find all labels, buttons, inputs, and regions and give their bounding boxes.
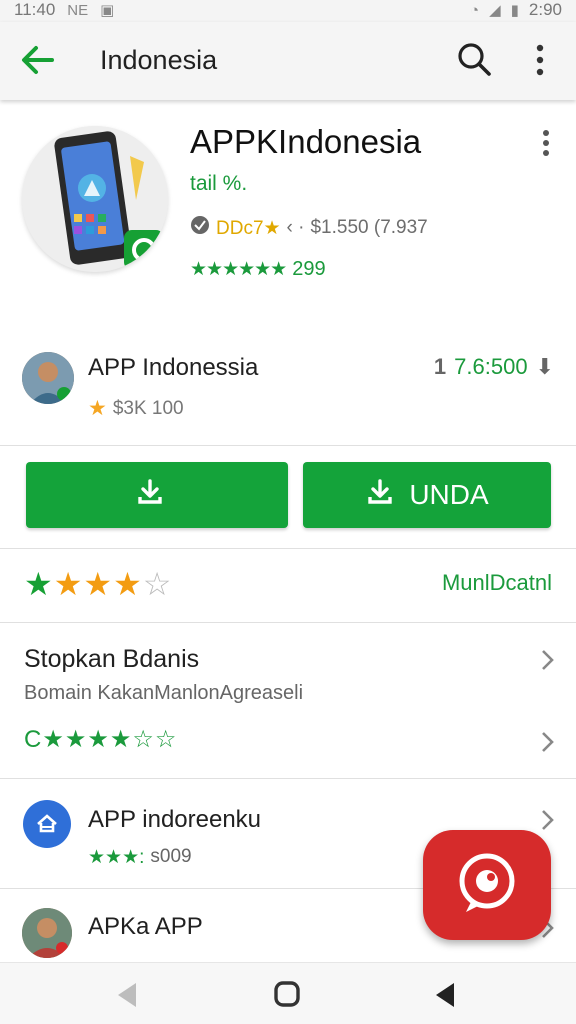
star-icon: ★ — [88, 397, 107, 420]
notification-icon: NE — [67, 1, 89, 19]
image-notification-icon: ▣ — [100, 2, 115, 19]
section-title[interactable]: Stopkan Bdanis — [24, 645, 199, 674]
list-item-stars: ★★★: — [88, 847, 145, 868]
badge-icon — [190, 215, 210, 241]
install-button[interactable]: UNDA — [303, 462, 551, 528]
chevron-right-icon[interactable] — [538, 645, 558, 675]
battery-icon: ▮ — [510, 2, 519, 19]
status-bar: 11:40 NE ▣ ◔ ◢ ▮ 2:90 — [0, 0, 576, 22]
list-item-sub-text: s009 — [150, 846, 192, 867]
list-item-title[interactable]: APKa APP — [88, 913, 203, 941]
download-count-value: 7.6:500 — [454, 354, 528, 379]
divider — [0, 548, 576, 549]
meta-separator: ‹ · — [286, 217, 305, 238]
install-icon — [365, 477, 395, 514]
app-subtitle: tail %. — [190, 172, 248, 195]
meta-label: DDc7★ — [216, 217, 281, 239]
app-bar: Indonesia — [0, 22, 576, 100]
developer-sub: ★ $3K 100 — [88, 396, 184, 421]
star-icons: ★★★★☆☆ — [42, 726, 178, 753]
overflow-menu-icon[interactable] — [522, 40, 558, 80]
list-item-title[interactable]: APP indoreenku — [88, 806, 261, 834]
list-item-sub: ★★★: s009 — [88, 846, 192, 869]
header-rating: ★★★★★★ 299 — [190, 258, 326, 281]
chat-fab-button[interactable] — [423, 830, 551, 940]
list-item-avatar[interactable] — [22, 908, 72, 958]
search-icon[interactable] — [455, 40, 495, 80]
signal-icon: ◢ — [489, 2, 501, 19]
nav-back-icon[interactable] — [112, 981, 142, 1009]
star-icon[interactable]: ★ — [113, 566, 143, 602]
star-icon[interactable]: ★ — [54, 566, 84, 602]
developer-name[interactable]: APP Indonessia — [88, 354, 258, 382]
page-title: Indonesia — [100, 45, 218, 75]
refresh-icon: C — [24, 726, 43, 753]
download-arrow-icon: ⬇ — [535, 354, 554, 379]
rating-count: 299 — [292, 258, 326, 280]
system-nav-bar — [0, 962, 576, 1024]
developer-avatar[interactable] — [22, 352, 74, 404]
section-rating-stars: C★★★★☆☆ — [24, 725, 177, 754]
install-button-label: UNDA — [409, 479, 489, 510]
download-icon — [135, 477, 165, 514]
chat-bubble-icon — [452, 848, 522, 923]
rating-stars[interactable]: ★★★★☆ — [24, 565, 172, 603]
developer-sub-value: $3K 100 — [112, 397, 184, 419]
status-time-left: 11:40 — [14, 0, 56, 19]
rating-link[interactable]: MunlDcatnl — [442, 570, 552, 596]
wifi-icon: ◔ — [470, 1, 480, 19]
meta-price: $1.550 (7.937 — [310, 217, 428, 238]
nav-home-icon[interactable] — [272, 979, 302, 1009]
rating-stars-icon: ★★★★★★ — [190, 259, 287, 280]
app-meta: DDc7★ ‹ · $1.550 (7.937 — [190, 215, 428, 241]
download-button[interactable] — [26, 462, 288, 528]
app-list-icon[interactable] — [23, 800, 71, 848]
section-subtitle: Bomain KakanManlonAgreaseli — [24, 682, 304, 704]
star-icon[interactable]: ★ — [24, 566, 54, 602]
more-options-icon[interactable] — [532, 128, 560, 158]
app-icon — [22, 126, 168, 272]
nav-recents-icon[interactable] — [430, 981, 460, 1009]
status-time-right: 2:90 — [528, 0, 562, 19]
chevron-right-icon[interactable] — [538, 727, 558, 757]
divider — [0, 622, 576, 623]
star-icon[interactable]: ★ — [83, 566, 113, 602]
divider — [0, 778, 576, 779]
app-name: APPKIndonesia — [190, 123, 422, 160]
chevron-right-icon[interactable] — [538, 805, 558, 835]
divider — [0, 445, 576, 446]
star-outline-icon[interactable]: ☆ — [143, 566, 173, 602]
number-icon: 1 — [433, 354, 447, 379]
back-arrow-icon[interactable] — [18, 40, 58, 80]
download-count: 1 7.6:500 ⬇ — [434, 354, 554, 380]
